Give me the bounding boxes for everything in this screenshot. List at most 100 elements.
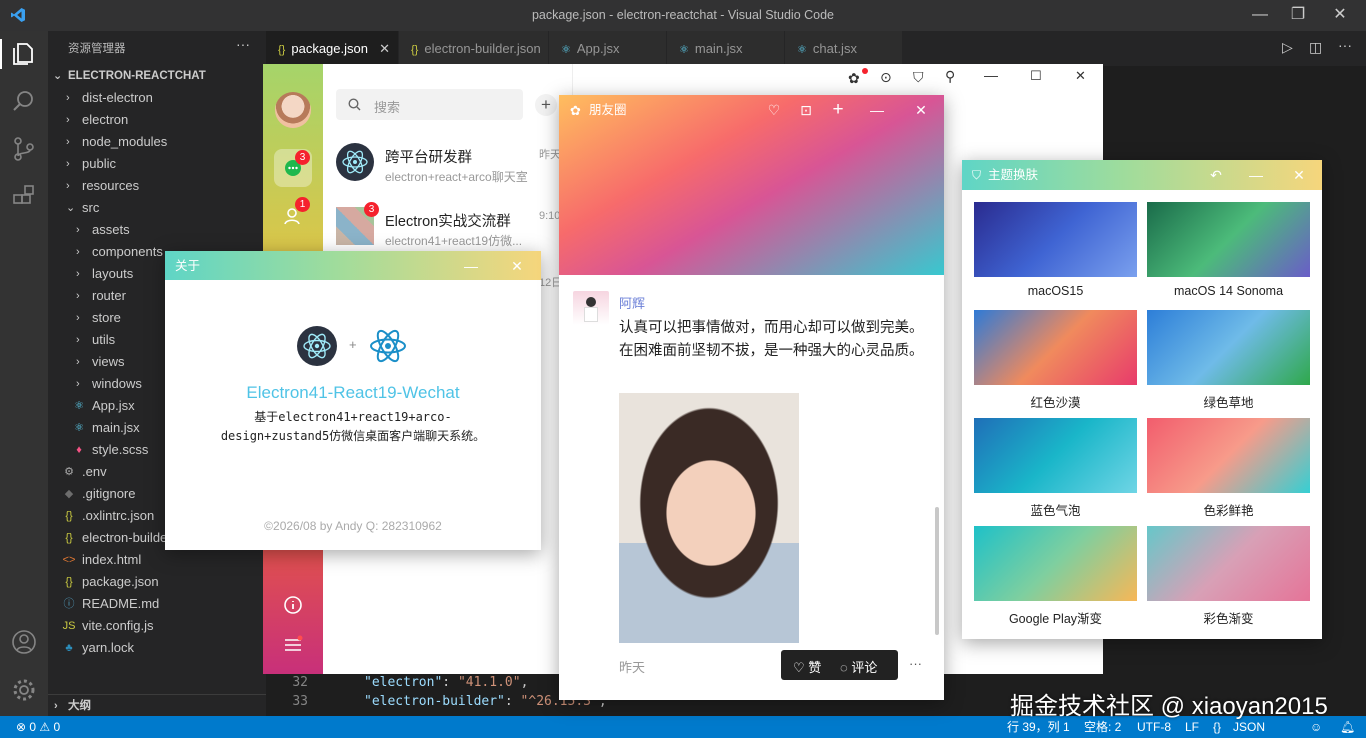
close-tab-icon[interactable]: ✕ [379,31,390,66]
scrollbar[interactable] [935,507,939,635]
tab-electron-builder-json[interactable]: {} electron-builder.json [399,31,549,66]
play-icon[interactable]: ⊙ [880,69,892,86]
maximize-button[interactable]: ☐ [1030,68,1042,84]
chat-nav-button[interactable]: 3 [274,149,312,187]
image-icon[interactable]: ⊡ [792,95,820,125]
tree-item-label: public [82,156,116,171]
like-button[interactable]: ♡ 赞 [793,657,821,676]
minimize-button[interactable]: — [1245,4,1275,26]
chat-list-item[interactable]: 3 Electron实战交流群 electron41+react19仿微... … [323,197,573,259]
skin-icon[interactable]: ✿ [848,70,860,87]
outline-section[interactable]: › 大纲 [48,694,266,716]
source-control-icon[interactable] [10,135,38,163]
theme-swatch[interactable] [1147,310,1310,385]
json-file-icon: {} [65,510,73,522]
minimize-button[interactable]: — [984,67,998,83]
theme-swatch[interactable] [974,418,1137,493]
settings-gear-icon[interactable] [10,676,38,704]
more-actions-icon[interactable]: ··· [1338,37,1352,53]
search-input[interactable]: 搜索 [336,89,523,120]
reset-icon[interactable]: ↶ [1202,160,1230,190]
tree-item-label: windows [92,376,142,391]
notifications-bell-icon[interactable]: 🔔︎ [1340,716,1355,738]
folder-item[interactable]: ⌄ src [48,197,266,219]
file-item[interactable]: <> index.html [48,549,266,571]
close-button[interactable]: ✕ [1075,68,1086,84]
search-icon[interactable] [10,87,38,115]
theme-swatch[interactable] [1147,418,1310,493]
theme-label: macOS15 [1027,284,1084,298]
theme-swatch[interactable] [974,202,1137,277]
react-logo-icon [370,329,406,363]
chat-list-item[interactable]: 跨平台研发群 electron+react+arco聊天室 昨天 [323,133,573,195]
close-button[interactable]: ✕ [503,251,531,281]
active-indicator [0,39,2,69]
file-item[interactable]: JS vite.config.js [48,615,266,637]
menu-icon[interactable] [283,635,303,655]
pin-icon[interactable]: ⚲ [945,68,955,85]
more-actions-icon[interactable]: ··· [236,36,250,52]
git-file-icon: ◆ [64,488,74,500]
close-button[interactable]: ✕ [907,95,935,125]
workspace-root[interactable]: ⌄ ELECTRON-REACTCHAT [48,65,266,87]
close-button[interactable]: ✕ [1325,4,1355,26]
folder-item[interactable]: › electron [48,109,266,131]
tab-label: package.json [291,41,368,56]
theme-swatch[interactable] [1147,526,1310,601]
json-file-icon: {} [411,44,419,56]
folder-item[interactable]: › dist-electron [48,87,266,109]
tab-main-jsx[interactable]: ⚛ main.jsx [667,31,785,66]
editor-tabs: {} package.json ✕ {} electron-builder.json ⚛ A… [266,31,1366,66]
author-avatar[interactable] [573,291,609,325]
explorer-icon[interactable] [10,40,38,68]
tree-item-label: style.scss [92,442,149,457]
contacts-nav-button[interactable]: 1 [274,197,312,235]
theme-label: Google Play渐变 [1008,612,1103,626]
notification-dot [862,68,868,74]
folder-item[interactable]: › assets [48,219,266,241]
extensions-icon[interactable] [10,183,38,211]
restore-button[interactable]: ❐ [1283,4,1313,26]
tab-chat-jsx[interactable]: ⚛ chat.jsx [785,31,903,66]
plus-sign: + [349,337,357,352]
theme-label: 彩色渐变 [1203,612,1254,626]
line-number: 33 [292,694,308,709]
shirt-icon[interactable]: ⛉ [913,69,924,86]
comment-button[interactable]: ◌ 评论 [840,657,877,676]
theme-label: 蓝色气泡 [1030,504,1081,518]
tree-item-label: assets [92,222,130,237]
chevron-right-icon: › [66,136,70,148]
theme-swatch[interactable] [974,310,1137,385]
account-icon[interactable] [10,628,38,656]
file-item[interactable]: {} package.json [48,571,266,593]
more-icon[interactable]: ··· [909,656,922,671]
author-name[interactable]: 阿辉 [619,293,645,312]
theme-label: 绿色草地 [1203,396,1254,410]
minimize-button[interactable]: — [1242,160,1270,190]
user-avatar[interactable] [275,92,311,128]
folder-item[interactable]: › node_modules [48,131,266,153]
problems-indicator[interactable]: ⊗ 0 ⚠ 0 [16,716,60,738]
code-editor[interactable]: 32 "electron": "41.1.0", 33 "electron-bu… [266,674,607,716]
run-icon[interactable]: ▷ [1282,39,1293,56]
theme-swatch[interactable] [974,526,1137,601]
chevron-down-icon: ⌄ [66,202,76,214]
minimize-button[interactable]: — [863,95,891,125]
file-item[interactable]: ⓘ README.md [48,593,266,615]
heart-icon[interactable]: ♡ [760,95,788,125]
copyright: ©2026/08 by Andy Q: 282310962 [264,519,442,533]
add-button[interactable]: + [535,94,557,116]
split-editor-icon[interactable]: ◫ [1309,39,1322,56]
folder-item[interactable]: › resources [48,175,266,197]
close-button[interactable]: ✕ [1285,160,1313,190]
post-photo[interactable] [619,393,799,643]
minimize-button[interactable]: — [457,251,485,281]
theme-label: macOS 14 Sonoma [1173,284,1284,298]
folder-item[interactable]: › public [48,153,266,175]
add-post-icon[interactable]: + [824,95,852,125]
info-icon[interactable] [283,595,303,615]
tab-package-json[interactable]: {} package.json ✕ [266,31,399,66]
theme-swatch[interactable] [1147,202,1310,277]
file-item[interactable]: ♣ yarn.lock [48,637,266,659]
tab-App-jsx[interactable]: ⚛ App.jsx [549,31,667,66]
